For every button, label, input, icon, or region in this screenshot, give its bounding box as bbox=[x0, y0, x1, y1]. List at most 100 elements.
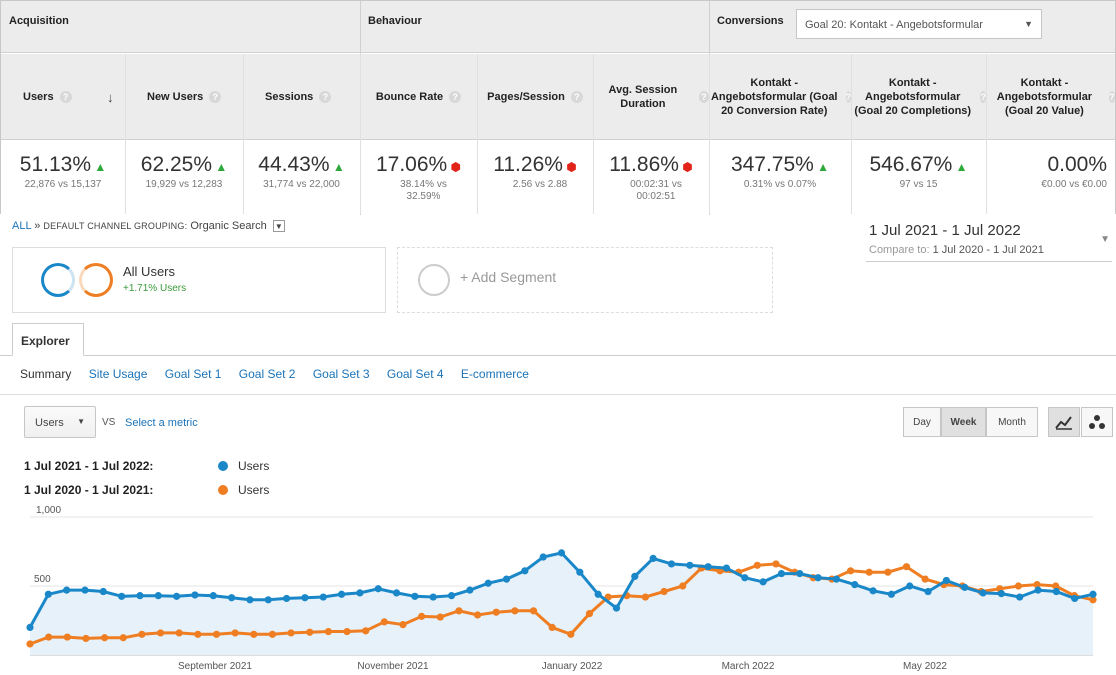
line-chart-icon[interactable] bbox=[1048, 407, 1080, 437]
help-icon[interactable]: ? bbox=[59, 91, 72, 103]
data-point bbox=[418, 612, 426, 620]
data-point bbox=[282, 594, 291, 603]
x-tick-label: January 2022 bbox=[542, 661, 603, 672]
data-point bbox=[156, 629, 165, 637]
metric-change-value: 11.86% bbox=[609, 153, 679, 176]
metric-comparison: 38.14% vs 32.59% bbox=[400, 179, 447, 202]
data-point bbox=[997, 589, 1005, 598]
column-header-9[interactable]: Kontakt - Angebotsformular (Goal 20 Valu… bbox=[986, 54, 1115, 140]
data-point bbox=[906, 582, 914, 590]
data-point bbox=[660, 587, 668, 596]
column-header-label: Avg. Session Duration bbox=[608, 84, 678, 110]
date-range-picker[interactable]: 1 Jul 2021 - 1 Jul 2022 Compare to: 1 Ju… bbox=[866, 222, 1112, 262]
data-point bbox=[846, 567, 855, 575]
metric-select-label: Users bbox=[35, 417, 64, 429]
subtab-summary[interactable]: Summary bbox=[20, 367, 71, 381]
data-point bbox=[374, 585, 382, 593]
column-header-2[interactable]: New Users? bbox=[125, 54, 243, 140]
help-icon[interactable]: ? bbox=[449, 91, 462, 103]
data-point bbox=[777, 569, 786, 578]
subtab-goal-set-4[interactable]: Goal Set 4 bbox=[387, 367, 444, 381]
subtab-ecommerce[interactable]: E-commerce bbox=[461, 367, 529, 381]
breadcrumb-grouping: DEFAULT CHANNEL GROUPING: bbox=[43, 221, 188, 231]
data-point bbox=[44, 590, 52, 598]
data-point bbox=[686, 561, 694, 569]
column-header-3[interactable]: Sessions? bbox=[243, 54, 360, 140]
data-point bbox=[796, 569, 804, 578]
trend-up-icon: ▲ bbox=[952, 160, 968, 174]
subtab-goal-set-2[interactable]: Goal Set 2 bbox=[239, 367, 296, 381]
subtab-goal-set-1[interactable]: Goal Set 1 bbox=[165, 367, 222, 381]
segment-all-users[interactable]: All Users +1.71% Users bbox=[12, 247, 386, 313]
data-point bbox=[641, 593, 650, 601]
data-point bbox=[832, 575, 841, 583]
column-header-6[interactable]: Avg. Session Duration? bbox=[593, 54, 709, 140]
sort-descending-icon[interactable]: ↓ bbox=[107, 90, 114, 105]
help-icon[interactable]: ? bbox=[209, 91, 222, 103]
metric-comparison: 00:02:31 vs 00:02:51 bbox=[630, 179, 682, 202]
metric-select[interactable]: Users ▼ bbox=[24, 406, 96, 438]
legend-metric-previous: Users bbox=[238, 483, 270, 497]
data-point bbox=[814, 574, 822, 582]
week-button[interactable]: Week bbox=[941, 407, 986, 437]
data-point bbox=[81, 586, 89, 594]
metric-value-cell: 51.13% ▲ 22,876 vs 15,137 bbox=[1, 141, 125, 214]
current-series-area bbox=[30, 552, 1093, 655]
metric-change-value: 11.26% bbox=[493, 153, 563, 176]
data-point bbox=[772, 560, 780, 568]
data-point bbox=[63, 633, 71, 641]
data-point bbox=[942, 576, 950, 585]
data-point bbox=[612, 604, 621, 612]
tab-explorer[interactable]: Explorer bbox=[12, 323, 84, 356]
y-tick-label: 1,000 bbox=[36, 505, 61, 516]
select-metric-link[interactable]: Select a metric bbox=[125, 417, 198, 429]
metric-change-value: 17.06% bbox=[375, 153, 448, 176]
day-button[interactable]: Day bbox=[903, 407, 941, 437]
data-point bbox=[924, 587, 932, 596]
motion-chart-icon[interactable] bbox=[1081, 407, 1113, 437]
column-header-8[interactable]: Kontakt - Angebotsformular (Goal 20 Comp… bbox=[851, 54, 986, 140]
subtab-goal-set-3[interactable]: Goal Set 3 bbox=[313, 367, 370, 381]
column-header-5[interactable]: Pages/Session? bbox=[477, 54, 593, 140]
data-point bbox=[759, 578, 767, 586]
legend-dot-previous bbox=[218, 485, 228, 495]
column-header-4[interactable]: Bounce Rate? bbox=[360, 54, 477, 140]
data-point bbox=[447, 592, 456, 600]
data-point bbox=[466, 586, 474, 594]
breadcrumb: ALL » DEFAULT CHANNEL GROUPING: Organic … bbox=[12, 220, 285, 233]
breadcrumb-all-link[interactable]: ALL bbox=[12, 220, 31, 232]
breadcrumb-dropdown-icon[interactable]: ▼ bbox=[272, 220, 285, 233]
data-point bbox=[1014, 582, 1023, 590]
data-point bbox=[473, 611, 482, 619]
date-range-main: 1 Jul 2021 - 1 Jul 2022 bbox=[869, 222, 1021, 239]
trend-down-icon: ⬢ bbox=[678, 160, 693, 174]
data-point bbox=[492, 608, 500, 616]
subtab-site-usage[interactable]: Site Usage bbox=[89, 367, 148, 381]
data-point bbox=[1071, 594, 1079, 603]
help-icon[interactable]: ? bbox=[1108, 91, 1115, 103]
column-header-7[interactable]: Kontakt - Angebotsformular (Goal 20 Conv… bbox=[709, 54, 851, 140]
trend-up-icon: ▲ bbox=[212, 160, 228, 174]
data-point bbox=[869, 587, 877, 595]
metric-value-cell: 17.06% ⬢ 38.14% vs 32.59% bbox=[360, 141, 477, 214]
help-icon[interactable]: ? bbox=[698, 91, 709, 103]
help-icon[interactable]: ? bbox=[319, 91, 332, 103]
data-point bbox=[576, 568, 584, 576]
month-button[interactable]: Month bbox=[986, 407, 1038, 437]
data-point bbox=[324, 627, 332, 636]
goal-select-label: Goal 20: Kontakt - Angebotsformular bbox=[805, 19, 983, 31]
data-point bbox=[722, 564, 731, 572]
data-point bbox=[865, 568, 873, 576]
goal-select[interactable]: Goal 20: Kontakt - Angebotsformular ▼ bbox=[796, 9, 1042, 39]
data-point bbox=[921, 575, 929, 583]
add-segment-button[interactable]: + Add Segment bbox=[397, 247, 773, 313]
help-icon[interactable]: ? bbox=[570, 91, 583, 103]
chevron-down-icon: ▼ bbox=[77, 417, 85, 426]
column-header-label: Kontakt - Angebotsformular (Goal 20 Conv… bbox=[710, 77, 838, 117]
data-point bbox=[209, 592, 217, 600]
legend-range-current: 1 Jul 2021 - 1 Jul 2022: bbox=[24, 459, 154, 473]
data-point bbox=[649, 554, 657, 562]
trend-down-icon: ⬢ bbox=[562, 160, 577, 174]
metric-header-row: Users? New Users? Sessions? Bounce Rate? Pag… bbox=[1, 54, 1115, 140]
metric-comparison: 19,929 vs 12,283 bbox=[145, 179, 223, 190]
